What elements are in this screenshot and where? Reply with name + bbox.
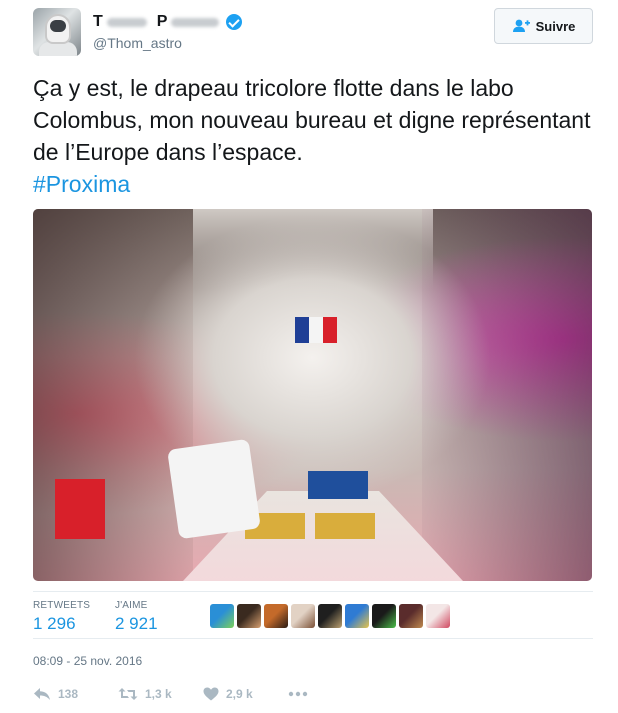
liker-avatars bbox=[210, 604, 450, 628]
author-name-initial-first: T bbox=[93, 13, 103, 30]
author-name-blurred-last bbox=[171, 17, 220, 27]
likes-label: J'AIME bbox=[115, 600, 148, 611]
author-name-initial-last: P bbox=[156, 13, 168, 30]
liker-avatar[interactable] bbox=[318, 604, 342, 628]
reply-icon bbox=[33, 687, 51, 701]
photo-yellow-pad bbox=[315, 513, 375, 539]
liker-avatar[interactable] bbox=[345, 604, 369, 628]
avatar-visor bbox=[50, 20, 66, 32]
add-user-icon bbox=[512, 19, 530, 33]
tweet-photo[interactable] bbox=[33, 209, 592, 581]
retweet-icon bbox=[118, 687, 138, 701]
tweet-stats: RETWEETS 1 296 J'AIME 2 921 bbox=[33, 591, 593, 639]
retweets-label: RETWEETS bbox=[33, 600, 91, 611]
author-name-blurred-first bbox=[106, 17, 147, 27]
reply-button[interactable]: 138 bbox=[33, 687, 118, 701]
retweet-button[interactable]: 1,3 k bbox=[118, 687, 203, 701]
follow-button[interactable]: Suivre bbox=[494, 8, 593, 44]
likes-stat[interactable]: J'AIME 2 921 bbox=[115, 600, 158, 634]
photo-blue-box bbox=[308, 471, 368, 499]
follow-button-label: Suivre bbox=[535, 18, 576, 34]
liker-avatar[interactable] bbox=[399, 604, 423, 628]
tweet-actions: 138 1,3 k 2,9 k bbox=[33, 684, 308, 704]
avatar-suit bbox=[39, 42, 77, 56]
liker-avatar[interactable] bbox=[291, 604, 315, 628]
photo-right-wall bbox=[422, 209, 592, 581]
like-button[interactable]: 2,9 k bbox=[203, 687, 288, 701]
like-count: 2,9 k bbox=[226, 687, 253, 701]
likes-count: 2 921 bbox=[115, 614, 158, 633]
liker-avatar[interactable] bbox=[237, 604, 261, 628]
tweet-body: Ça y est, le drapeau tricolore flotte da… bbox=[33, 75, 591, 165]
liker-avatar[interactable] bbox=[210, 604, 234, 628]
author-handle[interactable]: @Thom_astro bbox=[93, 35, 242, 51]
author-display-name[interactable]: T P bbox=[93, 12, 243, 32]
french-flag bbox=[295, 317, 337, 343]
tweet-text: Ça y est, le drapeau tricolore flotte da… bbox=[33, 72, 593, 200]
more-button[interactable] bbox=[288, 691, 308, 697]
liker-avatar[interactable] bbox=[372, 604, 396, 628]
retweets-stat[interactable]: RETWEETS 1 296 bbox=[33, 600, 90, 634]
retweet-count: 1,3 k bbox=[145, 687, 172, 701]
verified-badge-icon bbox=[226, 14, 243, 30]
author-avatar[interactable] bbox=[33, 8, 81, 56]
liker-avatar[interactable] bbox=[426, 604, 450, 628]
tweet-timestamp[interactable]: 08:09 - 25 nov. 2016 bbox=[33, 654, 142, 668]
heart-icon bbox=[203, 687, 219, 701]
hashtag-link[interactable]: #Proxima bbox=[33, 168, 593, 200]
photo-white-bag bbox=[167, 438, 261, 540]
reply-count: 138 bbox=[58, 687, 79, 701]
photo-ceiling bbox=[193, 209, 433, 289]
tweet-header: T P @Thom_astro Suivre bbox=[33, 8, 593, 58]
author-names: T P @Thom_astro bbox=[93, 12, 243, 51]
retweets-count: 1 296 bbox=[33, 614, 76, 633]
liker-avatar[interactable] bbox=[264, 604, 288, 628]
photo-red-box bbox=[55, 479, 105, 539]
more-dots-icon bbox=[288, 691, 308, 697]
